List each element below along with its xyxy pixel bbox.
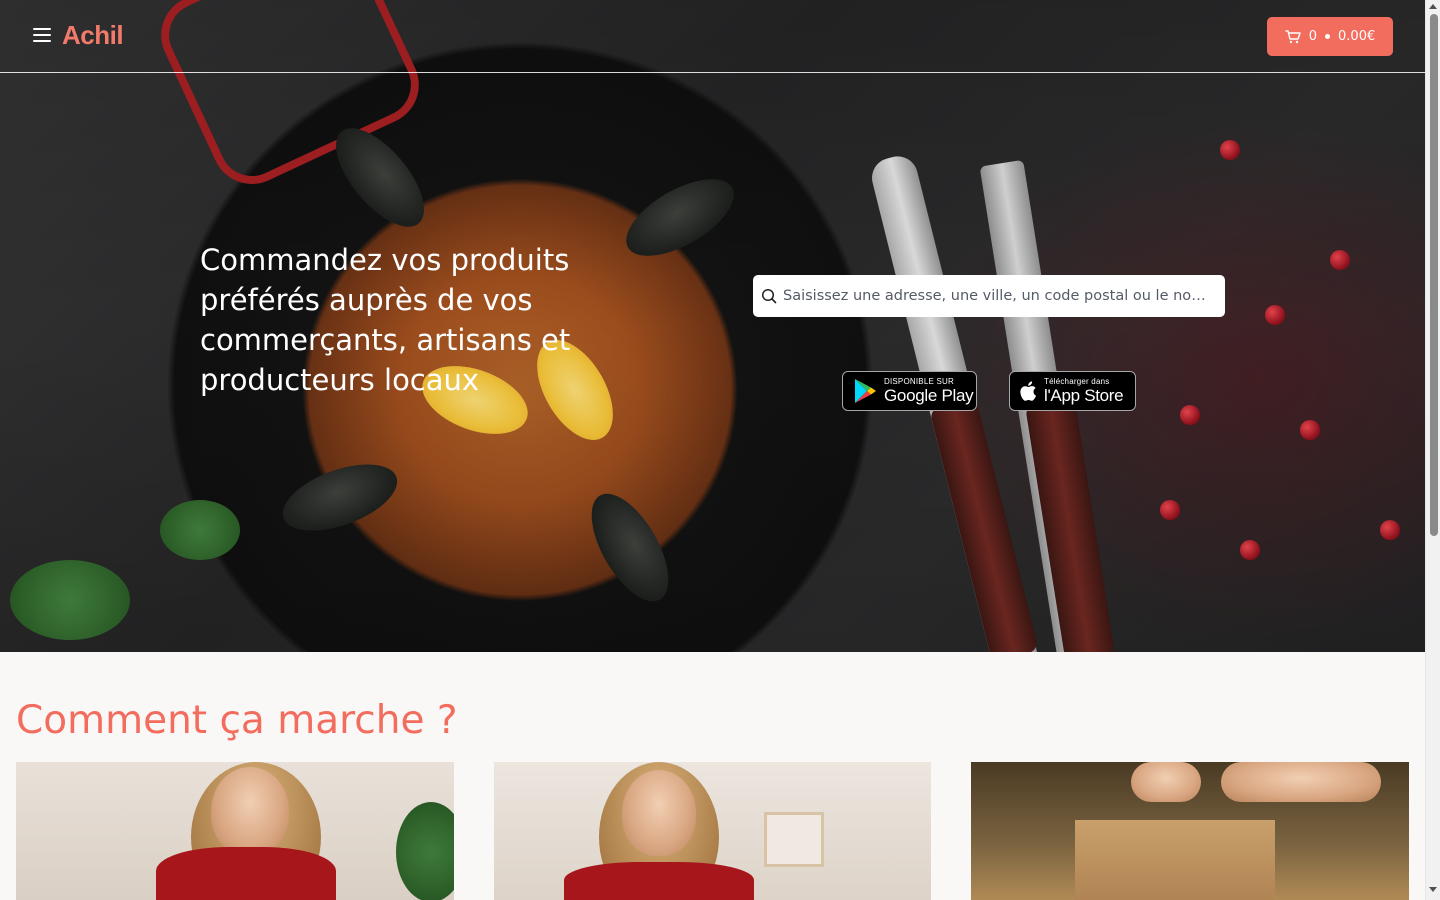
google-play-icon bbox=[855, 379, 876, 403]
frame-image bbox=[764, 812, 824, 867]
step-card-pay bbox=[494, 762, 931, 900]
hand-image bbox=[1131, 762, 1201, 802]
berry-image bbox=[1265, 305, 1285, 325]
berry-image bbox=[1380, 520, 1400, 540]
leaf-image bbox=[10, 560, 130, 640]
woman-shirt-image bbox=[156, 847, 336, 900]
scroll-up-arrow-icon[interactable] bbox=[1429, 4, 1437, 9]
berry-image bbox=[1160, 500, 1180, 520]
logo-mark: A bbox=[62, 20, 81, 50]
address-search-input[interactable] bbox=[783, 288, 1225, 304]
google-badge-big-text: Google Play bbox=[884, 386, 974, 405]
leaf-image bbox=[160, 500, 240, 560]
cart-count: 0 bbox=[1308, 29, 1318, 44]
logo-text: chil bbox=[80, 20, 124, 50]
google-badge-small-text: DISPONIBLE SUR bbox=[884, 377, 954, 386]
top-navigation-bar: Achil 0 0.00€ bbox=[0, 0, 1425, 73]
berry-image bbox=[1330, 250, 1350, 270]
woman-face-image bbox=[211, 767, 289, 855]
berry-image bbox=[1180, 405, 1200, 425]
woman-shirt-image bbox=[564, 862, 754, 900]
cart-button[interactable]: 0 0.00€ bbox=[1267, 17, 1393, 56]
logo[interactable]: Achil bbox=[62, 20, 124, 51]
apple-badge-small-text: Télécharger dans bbox=[1044, 377, 1110, 386]
app-store-badge[interactable]: Télécharger dans l'App Store bbox=[1009, 371, 1136, 411]
page-scrollbar[interactable] bbox=[1425, 0, 1440, 900]
shopping-cart-icon bbox=[1285, 29, 1301, 43]
woman-face-image bbox=[622, 770, 696, 856]
search-icon bbox=[761, 288, 777, 304]
paper-bag-image bbox=[1075, 820, 1275, 900]
address-search-box[interactable] bbox=[753, 275, 1225, 317]
step-card-browse bbox=[16, 762, 454, 900]
separator-dot bbox=[1325, 34, 1331, 39]
mussel-image bbox=[614, 163, 746, 272]
apple-badge-big-text: l'App Store bbox=[1044, 386, 1124, 405]
google-play-badge[interactable]: DISPONIBLE SUR Google Play bbox=[842, 371, 977, 411]
scrollbar-thumb[interactable] bbox=[1430, 14, 1438, 536]
hero-title: Commandez vos produits préférés auprès d… bbox=[200, 243, 571, 397]
apple-icon bbox=[1020, 381, 1036, 401]
plant-image bbox=[396, 802, 454, 900]
mussel-image bbox=[274, 451, 406, 544]
hamburger-menu-icon[interactable] bbox=[33, 28, 51, 44]
scroll-down-arrow-icon[interactable] bbox=[1429, 887, 1437, 892]
arm-image bbox=[1221, 762, 1381, 802]
berry-image bbox=[1300, 420, 1320, 440]
berry-image bbox=[1220, 140, 1240, 160]
cart-total: 0.00€ bbox=[1338, 29, 1376, 44]
berry-image bbox=[1240, 540, 1260, 560]
mussel-image bbox=[576, 481, 684, 614]
how-it-works-title: Comment ça marche ? bbox=[16, 698, 458, 743]
mussel-image bbox=[320, 113, 440, 242]
